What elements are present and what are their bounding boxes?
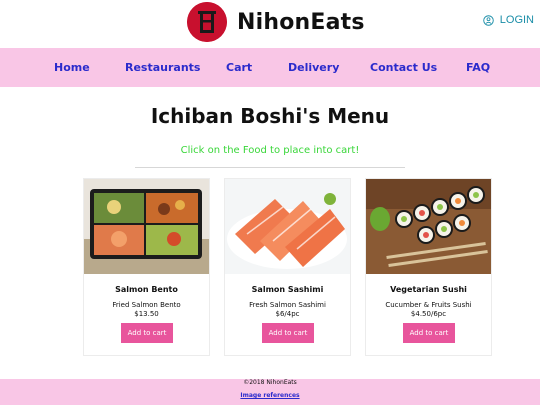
nav-faq[interactable]: FAQ: [466, 61, 490, 74]
login-button[interactable]: LOGIN: [483, 14, 534, 26]
item-name: Salmon Bento: [115, 285, 178, 294]
item-description: Fresh Salmon Sashimi: [249, 301, 326, 309]
salmon-sashimi-image[interactable]: [225, 179, 350, 274]
login-label: LOGIN: [499, 14, 534, 26]
user-circle-icon: [483, 14, 494, 26]
item-description: Cucumber & Fruits Sushi: [385, 301, 472, 309]
main-nav: Home Restaurants Cart Delivery Contact U…: [0, 48, 540, 87]
divider: [135, 167, 405, 168]
footer: ©2018 NihonEats Image references: [0, 379, 540, 405]
header: NihonEats LOGIN: [0, 0, 540, 48]
menu-card-salmon-bento: Salmon Bento Fried Salmon Bento $13.50 A…: [83, 178, 210, 356]
page-subtitle: Click on the Food to place into cart!: [180, 145, 360, 156]
salmon-bento-image[interactable]: [84, 179, 209, 274]
add-to-cart-button[interactable]: Add to cart: [403, 323, 455, 343]
copyright-text: ©2018 NihonEats: [243, 379, 297, 386]
brand-name: NihonEats: [237, 9, 365, 35]
page-title: Ichiban Boshi's Menu: [150, 104, 390, 128]
brand-logo-link[interactable]: NihonEats: [187, 2, 365, 42]
menu-card-vegetarian-sushi: Vegetarian Sushi Cucumber & Fruits Sushi…: [365, 178, 492, 356]
item-name: Salmon Sashimi: [251, 285, 324, 294]
add-to-cart-button[interactable]: Add to cart: [121, 323, 173, 343]
nav-restaurants[interactable]: Restaurants: [125, 61, 200, 74]
vegetarian-sushi-image[interactable]: [366, 179, 491, 274]
logo-icon: [187, 2, 227, 42]
image-references-link[interactable]: Image references: [0, 392, 540, 399]
item-price: $4.50/6pc: [410, 310, 447, 318]
nav-cart[interactable]: Cart: [226, 61, 252, 74]
item-price: $13.50: [134, 310, 159, 318]
add-to-cart-button[interactable]: Add to cart: [262, 323, 314, 343]
item-description: Fried Salmon Bento: [112, 301, 181, 309]
nav-home[interactable]: Home: [54, 61, 90, 74]
item-price: $6/4pc: [275, 310, 300, 318]
menu-card-salmon-sashimi: Salmon Sashimi Fresh Salmon Sashimi $6/4…: [224, 178, 351, 356]
item-name: Vegetarian Sushi: [390, 285, 467, 294]
nav-delivery[interactable]: Delivery: [288, 61, 339, 74]
nav-contact-us[interactable]: Contact Us: [370, 61, 437, 74]
